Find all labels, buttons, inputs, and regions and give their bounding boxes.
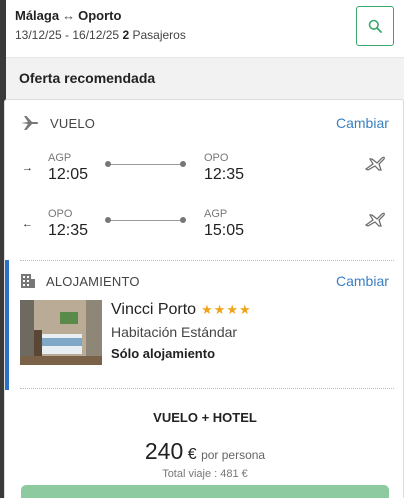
room-type: Habitación Estándar bbox=[111, 324, 238, 340]
flight-section-header: VUELO bbox=[20, 115, 95, 131]
hotel-name[interactable]: Vincci Porto ★★★★ bbox=[111, 301, 252, 319]
route-summary: Málaga ↔ Oporto bbox=[15, 8, 121, 23]
change-flight-link[interactable]: Cambiar bbox=[336, 115, 389, 131]
departure-time: 12:05 bbox=[48, 166, 89, 183]
hotel-room-image bbox=[20, 300, 102, 365]
airline-plane-icon bbox=[364, 212, 385, 227]
destination-city: Oporto bbox=[78, 8, 122, 23]
airplane-icon bbox=[21, 116, 39, 130]
route-line bbox=[108, 220, 186, 221]
airline-plane-icon bbox=[364, 156, 385, 171]
origin-city: Málaga bbox=[15, 8, 60, 23]
route-line bbox=[108, 164, 186, 165]
change-hotel-link[interactable]: Cambiar bbox=[336, 273, 389, 289]
hotel-photo[interactable] bbox=[20, 300, 102, 365]
price-per-person: por persona bbox=[201, 448, 266, 462]
return-arrow-icon: ← bbox=[22, 218, 33, 230]
total-trip-price: Total viaje : 481 € bbox=[162, 468, 248, 480]
section-divider bbox=[20, 260, 394, 261]
star-rating-icon: ★★★★ bbox=[201, 302, 252, 317]
arrival-time: 12:35 bbox=[204, 166, 245, 183]
route-dot bbox=[180, 217, 186, 223]
search-button[interactable] bbox=[356, 6, 394, 46]
departure-airport: AGP bbox=[48, 152, 72, 164]
roundtrip-arrow-icon: ↔ bbox=[62, 8, 76, 23]
departure-airport: OPO bbox=[48, 208, 73, 220]
package-title: VUELO + HOTEL bbox=[153, 410, 257, 425]
section-divider bbox=[20, 388, 394, 389]
lodging-section-header: ALOJAMIENTO bbox=[20, 273, 140, 289]
book-button[interactable] bbox=[21, 485, 389, 498]
search-summary-header: Málaga ↔ Oporto 13/12/25 - 16/12/25 2 Pasa… bbox=[6, 0, 404, 58]
return-leg: ← OPO 12:35 AGP 15:05 bbox=[20, 208, 400, 248]
search-icon bbox=[368, 19, 382, 33]
price-amount: 240 bbox=[144, 438, 184, 464]
arrival-airport: OPO bbox=[204, 152, 229, 164]
passenger-count: 2 bbox=[122, 28, 130, 42]
passenger-label: Pasajeros bbox=[132, 28, 186, 42]
trip-dates: 13/12/25 - 16/12/25 2 Pasajeros bbox=[15, 28, 186, 42]
arrival-time: 15:05 bbox=[204, 222, 245, 239]
offer-title: Oferta recomendada bbox=[19, 70, 156, 86]
route-dot bbox=[180, 161, 186, 167]
flight-label: VUELO bbox=[50, 115, 96, 131]
selected-hotel-indicator bbox=[5, 260, 9, 390]
outbound-arrow-icon: → bbox=[22, 162, 33, 174]
lodging-label: ALOJAMIENTO bbox=[46, 273, 140, 289]
offer-card: VUELO Cambiar → AGP 12:05 OPO 12:35 ← OP… bbox=[4, 99, 404, 498]
building-icon bbox=[21, 274, 35, 288]
price-display: 240 € por persona bbox=[5, 438, 404, 465]
hotel-name-text[interactable]: Vincci Porto bbox=[111, 301, 196, 318]
date-range: 13/12/25 - 16/12/25 bbox=[15, 28, 120, 42]
arrival-airport: AGP bbox=[204, 208, 228, 220]
board-type: Sólo alojamiento bbox=[111, 346, 216, 361]
departure-time: 12:35 bbox=[48, 222, 89, 239]
price-currency: € bbox=[187, 446, 197, 463]
outbound-leg: → AGP 12:05 OPO 12:35 bbox=[20, 152, 400, 192]
route-dot bbox=[105, 161, 111, 167]
route-dot bbox=[105, 217, 111, 223]
